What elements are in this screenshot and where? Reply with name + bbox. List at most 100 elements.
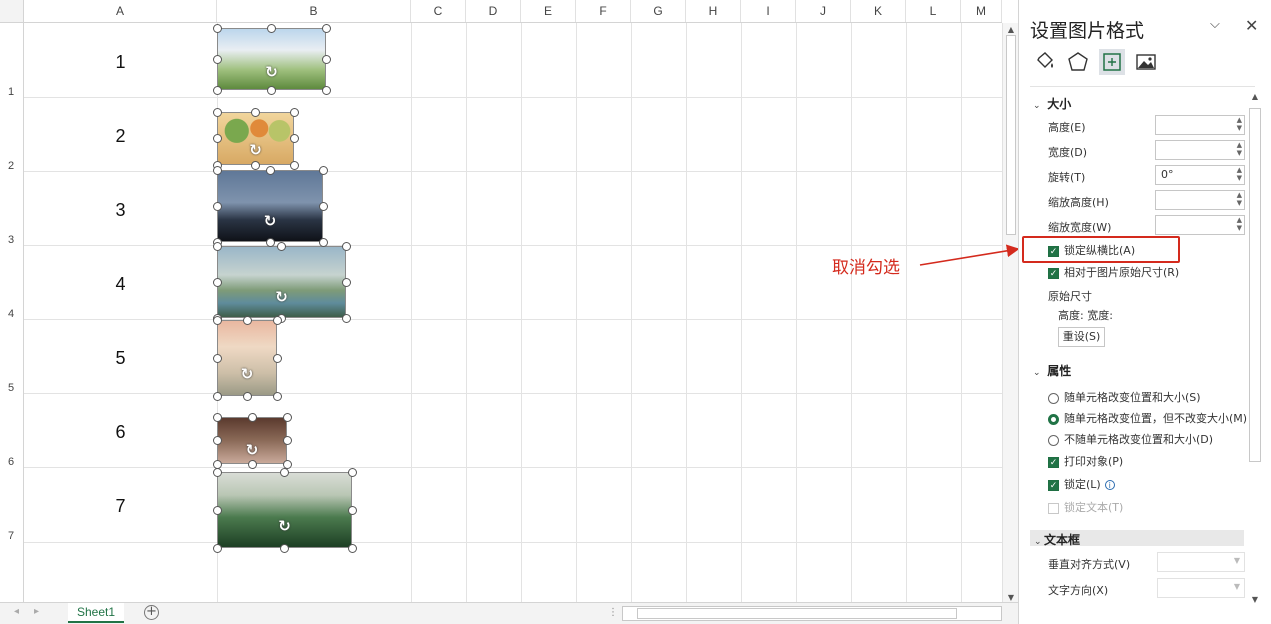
resize-handle[interactable] [251,160,260,170]
next-sheet-icon[interactable]: ▸ [34,606,39,617]
resize-handle[interactable] [212,85,222,95]
radio-move-and-size[interactable]: 随单元格改变位置和大小(S) [1048,389,1201,404]
column-header-a[interactable]: A [24,0,217,22]
close-icon[interactable]: ✕ [1245,16,1258,35]
resize-handle[interactable] [212,315,222,325]
add-sheet-icon[interactable]: + [144,605,159,620]
height-input[interactable]: ▲ ▼ [1155,115,1245,135]
resize-handle[interactable] [212,241,222,251]
resize-handle[interactable] [289,160,299,170]
resize-handle[interactable] [247,459,257,469]
scroll-up-icon[interactable]: ▲ [1003,25,1019,34]
text-direction-select[interactable]: ▼ [1157,578,1245,598]
resize-handle[interactable] [272,391,282,401]
resize-handle[interactable] [212,165,222,175]
width-input[interactable]: ▲ ▼ [1155,140,1245,160]
row-header-7[interactable]: 7 [0,530,23,542]
resize-handle[interactable] [242,315,252,325]
column-header-i[interactable]: I [741,0,796,22]
reset-button[interactable]: 重设(S) [1058,327,1105,347]
resize-handle[interactable] [212,391,222,401]
rotate-handle-icon[interactable]: ↻ [239,366,256,383]
resize-handle[interactable] [272,315,282,325]
section-size-header[interactable]: ⌄ 大小 [1033,95,1071,112]
cell-grid[interactable]: 1 2 3 4 5 6 7 [24,23,1002,605]
resize-handle[interactable] [251,107,260,117]
resize-handle[interactable] [212,412,222,422]
resize-handle[interactable] [347,505,357,515]
rotate-handle-icon[interactable]: ↻ [262,213,279,230]
column-header-l[interactable]: L [906,0,961,22]
scroll-down-icon[interactable]: ▼ [1003,593,1019,602]
resize-handle[interactable] [212,54,222,64]
resize-handle[interactable] [212,23,222,33]
spinner-icon[interactable]: ▲ ▼ [1237,216,1242,232]
column-header-m[interactable]: M [961,0,1002,22]
resize-handle[interactable] [212,505,222,515]
pane-scrollbar[interactable]: ▲ ▼ [1247,92,1263,606]
picture-night-mountain[interactable] [217,170,323,242]
spinner-icon[interactable]: ▲ ▼ [1237,116,1242,132]
cell-a1[interactable]: 1 [24,52,217,73]
horizontal-scrollbar[interactable] [622,606,1002,621]
locked-checkbox[interactable]: ✓ 锁定(L) i [1048,476,1115,491]
column-header-k[interactable]: K [851,0,906,22]
row-header-4[interactable]: 4 [0,308,23,320]
resize-handle[interactable] [212,353,222,363]
rotate-handle-icon[interactable]: ↻ [247,141,264,159]
row-header-3[interactable]: 3 [0,234,23,246]
row-header-6[interactable]: 6 [0,456,23,468]
row-header-5[interactable]: 5 [0,382,23,394]
resize-handle[interactable] [341,241,351,251]
size-properties-tab[interactable] [1099,49,1125,75]
resize-handle[interactable] [347,467,357,477]
column-header-f[interactable]: F [576,0,631,22]
prev-sheet-icon[interactable]: ◂ [14,606,19,617]
tab-split-handle[interactable]: ⋮ [608,607,618,618]
resize-handle[interactable] [267,23,276,33]
spinner-icon[interactable]: ▲ ▼ [1237,141,1242,157]
column-header-e[interactable]: E [521,0,576,22]
column-header-j[interactable]: J [796,0,851,22]
scroll-up-icon[interactable]: ▲ [1247,92,1263,101]
info-icon[interactable]: i [1104,480,1115,490]
picture-foggy-forest[interactable] [217,472,352,548]
rotate-handle-icon[interactable]: ↻ [273,289,290,306]
spinner-icon[interactable]: ▲ ▼ [1237,191,1242,207]
vertical-scroll-thumb[interactable] [1006,35,1016,235]
resize-handle[interactable] [212,436,222,445]
fill-line-tab[interactable] [1031,49,1057,75]
picture-beach-sunset[interactable] [217,320,277,396]
column-header-d[interactable]: D [466,0,521,22]
resize-handle[interactable] [212,107,222,117]
scroll-down-icon[interactable]: ▼ [1247,595,1263,604]
cell-a7[interactable]: 7 [24,496,217,517]
resize-handle[interactable] [272,353,282,363]
resize-handle[interactable] [280,467,289,477]
resize-handle[interactable] [265,237,275,247]
resize-handle[interactable] [267,85,276,95]
resize-handle[interactable] [318,165,328,175]
cell-a6[interactable]: 6 [24,422,217,443]
vertical-align-select[interactable]: ▼ [1157,552,1245,572]
column-header-c[interactable]: C [411,0,466,22]
picture-lake-valley[interactable] [217,246,346,318]
resize-handle[interactable] [212,277,222,287]
resize-handle[interactable] [318,201,328,211]
relative-original-checkbox[interactable]: ✓ 相对于图片原始尺寸(R) [1048,264,1179,279]
resize-handle[interactable] [212,543,222,553]
resize-handle[interactable] [282,436,292,445]
print-object-checkbox[interactable]: ✓ 打印对象(P) [1048,453,1123,468]
picture-tab[interactable] [1133,49,1159,75]
resize-handle[interactable] [247,412,257,422]
cell-a5[interactable]: 5 [24,348,217,369]
resize-handle[interactable] [341,277,351,287]
resize-handle[interactable] [282,412,292,422]
rotation-input[interactable]: 0° ▲ ▼ [1155,165,1245,185]
resize-handle[interactable] [265,165,275,175]
horizontal-scroll-thumb[interactable] [637,608,957,619]
resize-handle[interactable] [289,107,299,117]
resize-handle[interactable] [318,237,328,247]
cell-a2[interactable]: 2 [24,126,217,147]
select-all-corner[interactable] [0,0,24,23]
